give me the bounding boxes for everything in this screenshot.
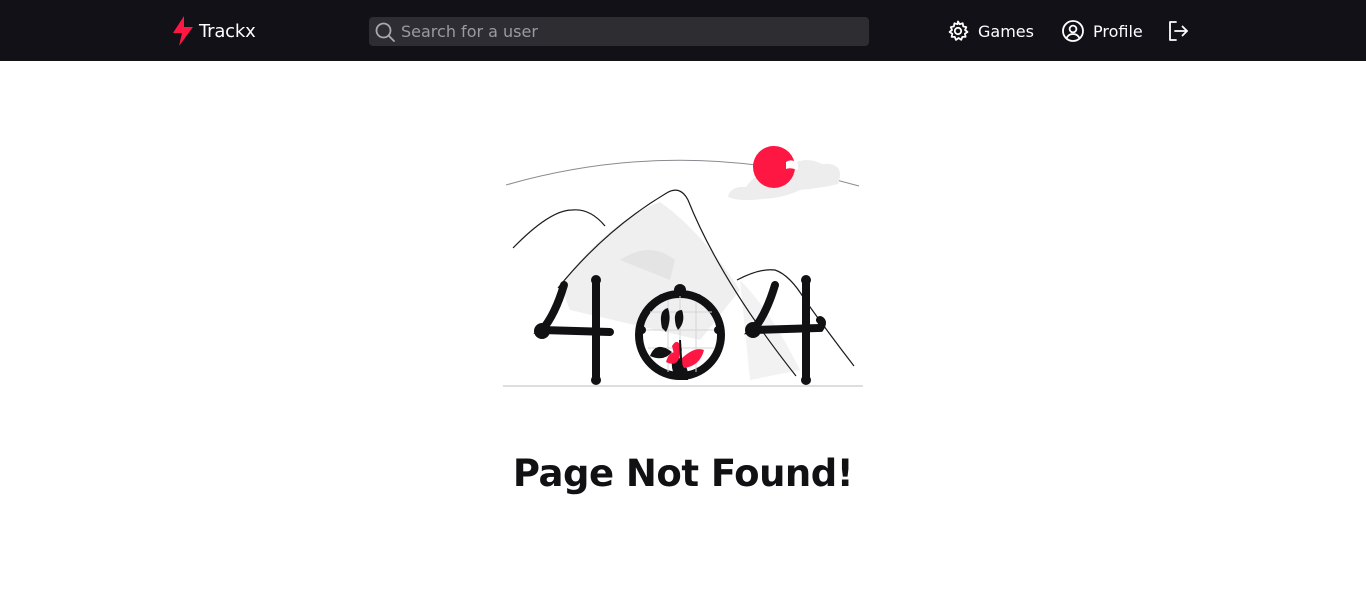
page-title: Page Not Found! [512,452,854,495]
top-navbar: Trackx Games [0,0,1366,61]
404-mountains-illustration [500,140,866,392]
lightning-bolt-icon [171,16,195,46]
search-bar [369,17,869,46]
nav-games-label: Games [978,21,1034,41]
search-input[interactable] [395,17,869,46]
nav-profile-label: Profile [1093,21,1143,41]
brand-name: Trackx [199,20,256,42]
logout-button[interactable] [1166,18,1190,44]
brand-logo-link[interactable]: Trackx [171,16,256,46]
search-icon [375,22,395,42]
nav-profile-link[interactable]: Profile [1061,18,1143,44]
logout-icon [1166,19,1190,43]
gear-icon [946,19,970,43]
user-circle-icon [1061,19,1085,43]
nav-games-link[interactable]: Games [946,18,1034,44]
